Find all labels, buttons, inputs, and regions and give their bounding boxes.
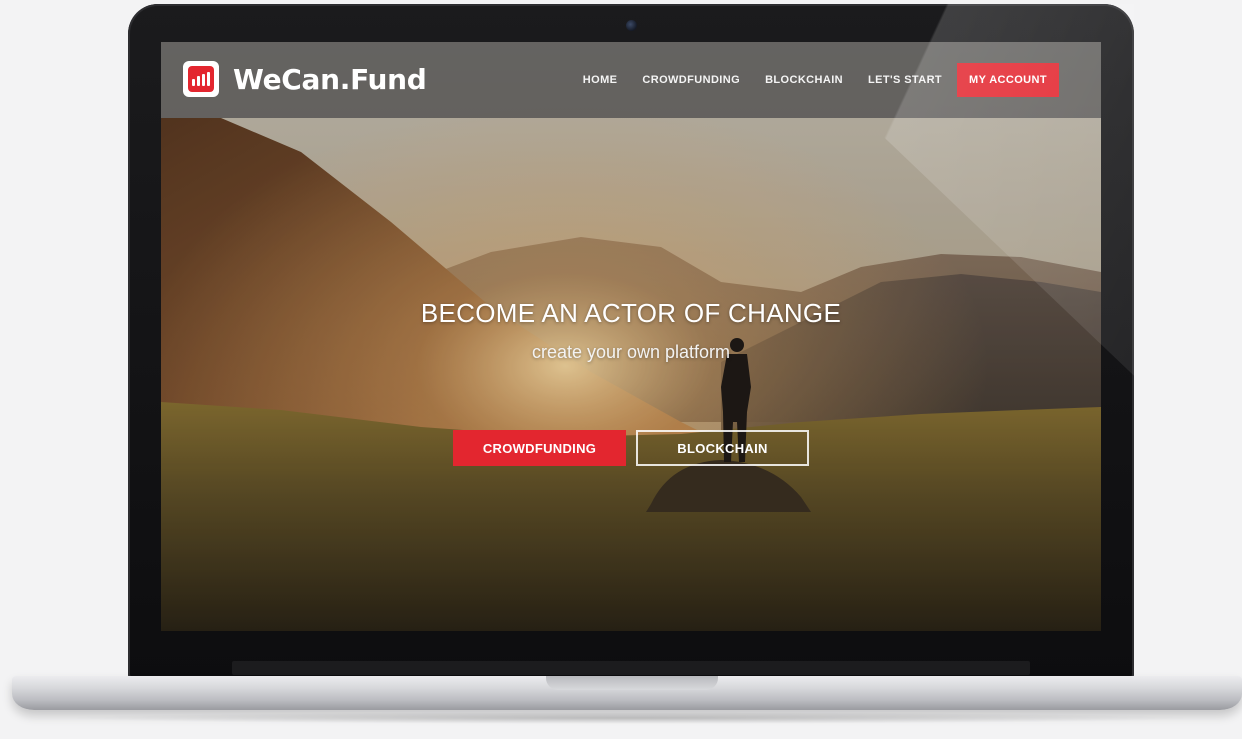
my-account-button[interactable]: MY ACCOUNT xyxy=(957,63,1059,97)
top-navbar: WeCan.Fund HOME CROWDFUNDING BLOCKCHAIN … xyxy=(161,42,1101,118)
hero-title: BECOME AN ACTOR OF CHANGE xyxy=(420,298,842,328)
nav-item-crowdfunding[interactable]: CROWDFUNDING xyxy=(642,74,740,86)
laptop-notch xyxy=(546,676,718,690)
brand-logo[interactable]: WeCan.Fund xyxy=(183,61,427,97)
nav-item-home[interactable]: HOME xyxy=(583,74,618,86)
laptop-bezel xyxy=(232,661,1030,675)
bar-chart-icon xyxy=(183,61,219,97)
webcam-icon xyxy=(626,20,637,31)
laptop-shadow xyxy=(60,712,1200,724)
nav-item-blockchain[interactable]: BLOCKCHAIN xyxy=(765,74,843,86)
brand-name: WeCan.Fund xyxy=(233,62,427,96)
crowdfunding-button[interactable]: CROWDFUNDING xyxy=(453,430,626,466)
nav-menu: HOME CROWDFUNDING BLOCKCHAIN LET'S START… xyxy=(558,42,1101,118)
hero-background-image xyxy=(161,42,1101,631)
blockchain-button[interactable]: BLOCKCHAIN xyxy=(636,430,809,466)
hero-actions: CROWDFUNDING BLOCKCHAIN xyxy=(161,430,1101,466)
nav-item-lets-start[interactable]: LET'S START xyxy=(868,74,942,86)
hero-subtitle: create your own platform xyxy=(531,342,731,362)
browser-viewport: WeCan.Fund HOME CROWDFUNDING BLOCKCHAIN … xyxy=(161,42,1101,631)
